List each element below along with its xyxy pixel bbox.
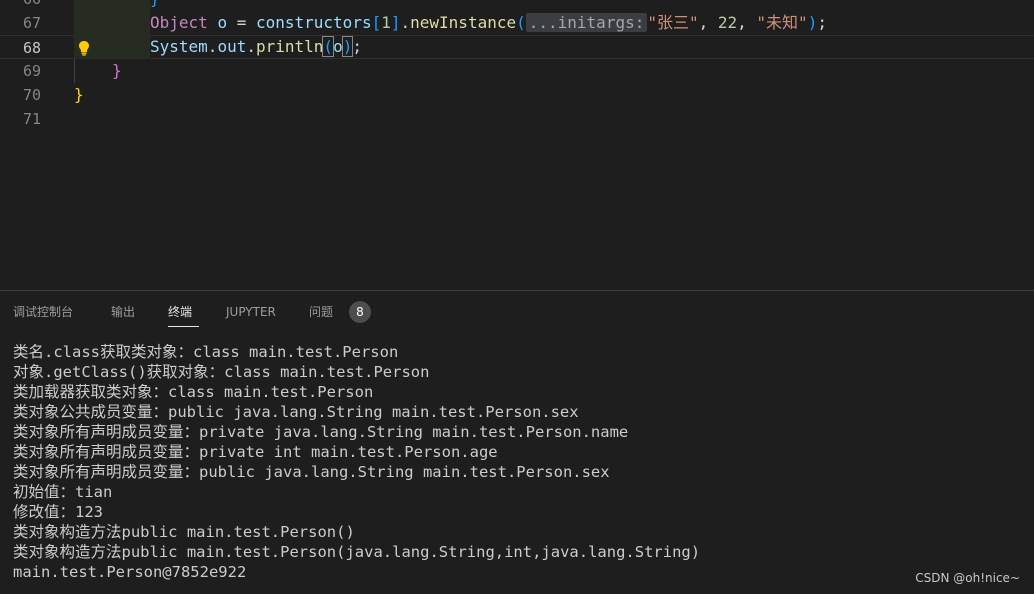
indent-highlight	[74, 11, 150, 35]
code-text: System.out.println(o);	[150, 36, 362, 57]
terminal-output[interactable]: 类名.class获取类对象：class main.test.Person 对象.g…	[13, 342, 1023, 582]
code-line-66[interactable]: 66 }	[0, 0, 1034, 11]
code-line-67[interactable]: 67 Object o = constructors[1].newInstanc…	[0, 11, 1034, 35]
tab-jupyter[interactable]: JUPYTER	[226, 303, 276, 321]
terminal-line: 类对象构造方法public main.test.Person()	[13, 523, 355, 541]
code-line-68[interactable]: 68 System.out.println(o);	[0, 35, 1034, 59]
terminal-line: 类对象构造方法public main.test.Person(java.lang…	[13, 543, 701, 561]
indent-highlight	[74, 0, 150, 11]
tab-terminal[interactable]: 终端	[168, 303, 192, 321]
terminal-line: 类对象所有声明成员变量：private java.lang.String mai…	[13, 423, 629, 441]
terminal-line: 修改值：123	[13, 503, 103, 521]
code-line-71[interactable]: 71	[0, 107, 1034, 131]
line-number: 70	[22, 86, 41, 104]
terminal-line: 类对象所有声明成员变量：public java.lang.String main…	[13, 463, 610, 481]
lightbulb-icon[interactable]	[76, 40, 92, 56]
terminal-line: 初始值：tian	[13, 483, 113, 501]
line-number: 68	[22, 39, 41, 57]
code-text: }	[74, 85, 84, 104]
terminal-line: 类对象公共成员变量：public java.lang.String main.t…	[13, 403, 579, 421]
tab-debug-console[interactable]: 调试控制台	[13, 303, 73, 321]
watermark: CSDN @oh!nice~	[915, 571, 1020, 585]
problems-count-badge: 8	[349, 301, 371, 323]
tab-output[interactable]: 输出	[111, 303, 135, 321]
panel-tab-bar: 调试控制台 输出 终端 JUPYTER 问题 8	[0, 291, 1034, 335]
line-number: 66	[0, 0, 41, 11]
code-text: }	[112, 61, 122, 80]
terminal-line: 类加载器获取类对象：class main.test.Person	[13, 383, 374, 401]
code-text: }	[150, 0, 160, 11]
code-editor[interactable]: 66 } 67 Object o = constructors[1].newIn…	[0, 0, 1034, 290]
indent-guide	[74, 59, 75, 83]
terminal-line: 类名.class获取类对象：class main.test.Person	[13, 343, 399, 361]
line-number: 71	[22, 110, 41, 128]
line-number: 69	[22, 62, 41, 80]
terminal-line: 类对象所有声明成员变量：private int main.test.Person…	[13, 443, 498, 461]
code-line-70[interactable]: 70 }	[0, 83, 1034, 107]
code-text: Object o = constructors[1].newInstance(.…	[150, 13, 827, 32]
terminal-line: 对象.getClass()获取对象：class main.test.Person	[13, 363, 430, 381]
line-number: 67	[22, 14, 41, 32]
active-tab-indicator	[168, 326, 199, 327]
tab-problems[interactable]: 问题	[309, 303, 333, 321]
bottom-panel: 调试控制台 输出 终端 JUPYTER 问题 8 类名.class获取类对象：c…	[0, 290, 1034, 594]
parameter-hint: ...initargs:	[525, 13, 648, 32]
code-line-69[interactable]: 69 }	[0, 59, 1034, 83]
terminal-line: main.test.Person@7852e922	[13, 563, 247, 581]
